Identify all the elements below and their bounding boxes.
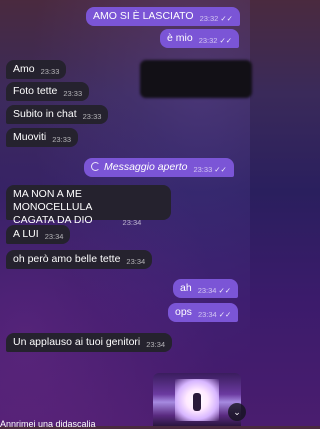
read-receipt-icon: ✓✓ xyxy=(220,14,233,23)
message-text: AMO SI È LASCIATO xyxy=(93,10,194,22)
message-time: 23:33 xyxy=(82,112,102,121)
message-text-line: MA NON A ME MONOCELLULA xyxy=(13,188,93,213)
view-once-icon xyxy=(91,162,100,171)
read-receipt-icon: ✓✓ xyxy=(219,36,233,45)
message-outgoing[interactable]: è mio 23:32 ✓✓ xyxy=(160,29,240,48)
scroll-down-button[interactable]: ⌄ xyxy=(228,403,246,421)
message-text: Foto tette xyxy=(13,85,58,97)
message-time: 23:34 xyxy=(146,340,166,349)
message-text: è mio xyxy=(167,32,193,44)
message-text: Un applauso ai tuoi genitori xyxy=(13,336,141,348)
message-incoming[interactable]: Un applauso ai tuoi genitori 23:34 xyxy=(6,333,173,352)
message-time: 23:34 xyxy=(197,310,217,319)
message-incoming[interactable]: Muoviti 23:33 xyxy=(6,128,79,147)
message-time: 23:34 xyxy=(44,232,64,241)
read-receipt-icon: ✓✓ xyxy=(218,286,232,295)
message-incoming[interactable]: A LUI 23:34 xyxy=(6,225,71,244)
message-incoming[interactable]: Subito in chat 23:33 xyxy=(6,105,109,124)
message-time: 23:32 xyxy=(199,14,219,23)
message-outgoing[interactable]: ops 23:34 ✓✓ xyxy=(168,303,239,322)
read-receipt-icon: ✓✓ xyxy=(218,310,232,319)
message-text: ah xyxy=(180,282,192,294)
message-outgoing[interactable]: Messaggio aperto 23:33 ✓✓ xyxy=(84,158,234,177)
message-text: A LUI xyxy=(13,228,39,240)
message-time: 23:33 xyxy=(40,67,60,76)
message-incoming[interactable]: Amo 23:33 xyxy=(6,60,67,79)
message-text: oh però amo belle tette xyxy=(13,253,121,265)
message-outgoing[interactable]: AMO SI È LASCIATO 23:32 ✓✓ xyxy=(86,7,240,26)
message-time: 23:34 xyxy=(126,257,146,266)
message-text: ops xyxy=(175,306,192,318)
message-text: Muoviti xyxy=(13,131,47,143)
message-text: Subito in chat xyxy=(13,108,77,120)
message-outgoing[interactable]: ah 23:34 ✓✓ xyxy=(173,279,239,298)
message-time: 23:33 xyxy=(52,135,72,144)
message-incoming[interactable]: MA NON A ME MONOCELLULA CAGATA DA DIO 23:… xyxy=(6,185,171,227)
message-text: Amo xyxy=(13,63,35,75)
media-preview[interactable] xyxy=(153,373,241,426)
read-receipt-icon: ✓✓ xyxy=(214,165,227,174)
message-incoming[interactable]: Foto tette 23:33 xyxy=(6,82,90,101)
message-time: 23:33 xyxy=(63,89,83,98)
message-incoming[interactable]: oh però amo belle tette 23:34 xyxy=(6,250,153,269)
message-time: 23:34 xyxy=(122,218,142,227)
message-text: Messaggio aperto xyxy=(104,161,188,173)
message-time: 23:32 xyxy=(198,36,218,45)
message-time: 23:33 xyxy=(193,165,213,174)
message-time: 23:34 xyxy=(197,286,217,295)
redacted-area xyxy=(140,60,252,98)
caption-text: Annrimei una didascalia xyxy=(0,419,96,429)
media-figure xyxy=(193,393,201,411)
